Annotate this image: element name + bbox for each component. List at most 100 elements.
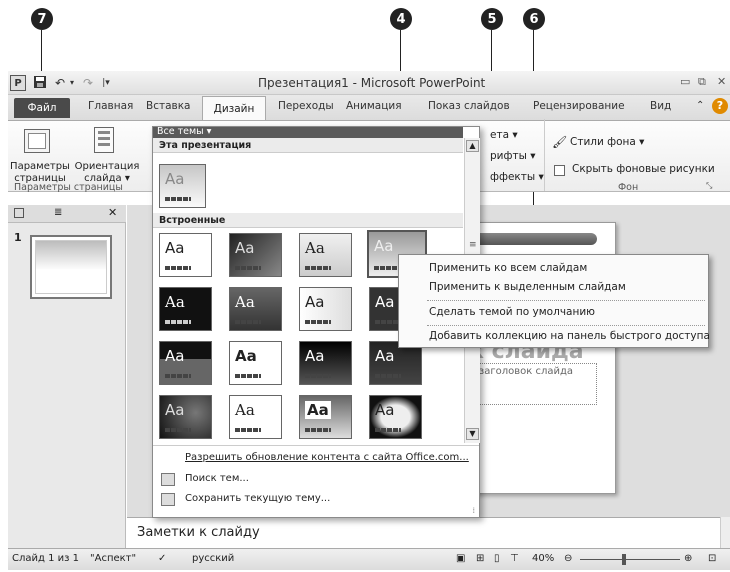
save-theme-icon [161, 493, 175, 506]
callout-5: 5 [481, 8, 503, 30]
status-language[interactable]: русский [192, 553, 234, 564]
callout-6: 6 [523, 8, 545, 30]
gallery-browse-themes[interactable]: Поиск тем... [185, 473, 249, 484]
zoom-slider[interactable] [580, 559, 680, 560]
slide-thumbnail[interactable] [30, 235, 112, 299]
theme-16[interactable]: Aa [369, 395, 422, 439]
tab-transitions[interactable]: Переходы [278, 100, 334, 112]
tab-design[interactable]: Дизайн [202, 96, 266, 120]
tab-view[interactable]: Вид [650, 100, 671, 112]
hide-background-label: Скрыть фоновые рисунки [572, 163, 715, 175]
tab-insert[interactable]: Вставка [146, 100, 191, 112]
close-pane-icon[interactable]: ✕ [108, 206, 117, 219]
window-title: Презентация1 - Microsoft PowerPoint [258, 76, 486, 90]
gallery-filter[interactable]: Все темы ▾ [153, 126, 463, 138]
set-as-default-theme[interactable]: Сделать темой по умолчанию [429, 306, 595, 318]
gallery-save-theme[interactable]: Сохранить текущую тему... [185, 493, 330, 504]
theme-15[interactable]: Aa [299, 395, 352, 439]
callout-7: 7 [31, 8, 53, 30]
theme-fonts-button[interactable]: рифты ▾ [490, 150, 535, 162]
status-theme: "Аспект" [90, 553, 137, 564]
background-styles-button[interactable]: Стили фона ▾ [570, 136, 644, 148]
gallery-filter-label: Все темы ▾ [157, 126, 212, 137]
tab-file[interactable]: Файл [14, 98, 70, 118]
outline-tab-icon[interactable]: ≣ [54, 207, 62, 218]
fit-to-window-icon[interactable]: ⊡ [708, 553, 716, 564]
scroll-up-icon[interactable]: ▲ [466, 140, 479, 152]
theme-14[interactable]: Aa [229, 395, 282, 439]
slide-number: 1 [14, 231, 22, 244]
theme-6[interactable]: Aa [229, 287, 282, 331]
scroll-down-icon[interactable]: ▼ [466, 428, 479, 440]
theme-9[interactable]: Aa [159, 341, 212, 385]
restore-icon[interactable]: ⧉ [698, 75, 706, 89]
tab-animation[interactable]: Анимация [346, 100, 402, 112]
tab-slideshow[interactable]: Показ слайдов [428, 100, 510, 112]
scroll-grip-icon[interactable]: ≡ [469, 240, 477, 250]
group-launcher-icon[interactable]: ⤡ [706, 181, 712, 191]
builtin-header: Встроенные [153, 213, 463, 228]
save-icon[interactable] [32, 75, 48, 91]
theme-7[interactable]: Aa [299, 287, 352, 331]
zoom-slider-thumb[interactable] [622, 554, 626, 565]
slides-tab-icon[interactable] [14, 208, 24, 218]
customize-qat-icon[interactable]: |▾ [98, 75, 114, 91]
theme-colors-button[interactable]: ета ▾ [490, 129, 518, 141]
resize-grip-icon[interactable]: ⁞ [472, 506, 475, 515]
spelling-icon[interactable]: ✓ [158, 553, 166, 564]
sorter-view-icon[interactable]: ⊞ [476, 553, 484, 564]
theme-effects-button[interactable]: ффекты ▾ [490, 171, 544, 183]
apply-to-all-slides[interactable]: Применить ко всем слайдам [429, 262, 587, 274]
theme-2[interactable]: Aa [229, 233, 282, 277]
theme-current[interactable]: Aa [159, 164, 206, 208]
redo-icon[interactable]: ↷ [80, 75, 96, 91]
status-slide: Слайд 1 из 1 [12, 553, 79, 564]
gallery-enable-updates[interactable]: Разрешить обновление контента с сайта Of… [185, 452, 469, 463]
powerpoint-window: 7 4 5 6 P ↶ ▾ ↷ |▾ Презентация1 - Micros… [0, 0, 730, 572]
callout-7-leader [41, 30, 42, 74]
notes-placeholder: Заметки к слайду [137, 525, 260, 540]
slide-title-bar [467, 233, 597, 245]
theme-3[interactable]: Aa [299, 233, 352, 277]
apply-to-selected-slides[interactable]: Применить к выделенным слайдам [429, 281, 626, 293]
zoom-out-icon[interactable]: ⊖ [564, 553, 572, 564]
slide-subtitle-text: дзаголовок слайда [472, 366, 574, 377]
ribbon-tabs: Файл Главная Вставка Дизайн Переходы Ани… [8, 95, 730, 120]
reading-view-icon[interactable]: ▯ [494, 553, 500, 564]
gallery-divider [153, 445, 479, 446]
hide-background-checkbox[interactable] [554, 165, 565, 176]
callout-4: 4 [390, 8, 412, 30]
this-presentation-header: Эта презентация [153, 138, 463, 153]
theme-office[interactable]: Aa [159, 233, 212, 277]
orientation-icon[interactable] [94, 127, 114, 153]
tab-review[interactable]: Рецензирование [533, 100, 625, 112]
context-menu: Применить ко всем слайдам Применить к вы… [398, 254, 710, 348]
undo-dropdown-icon[interactable]: ▾ [64, 75, 80, 91]
theme-5[interactable]: Aa [159, 287, 212, 331]
zoom-in-icon[interactable]: ⊕ [684, 553, 692, 564]
slideshow-view-icon[interactable]: ⊤ [510, 553, 519, 564]
minimize-icon[interactable]: ▭ [680, 75, 690, 88]
add-gallery-to-qat[interactable]: Добавить коллекцию на панель быстрого до… [429, 330, 710, 342]
group-page-setup-label: Параметры страницы [14, 182, 123, 193]
group-background-label: Фон [618, 182, 639, 193]
minimize-ribbon-icon[interactable]: ⌃ [696, 100, 704, 111]
help-icon[interactable]: ? [712, 98, 728, 114]
pane-tabs: ≣ ✕ [8, 205, 126, 223]
normal-view-icon[interactable]: ▣ [456, 553, 465, 564]
zoom-level[interactable]: 40% [532, 553, 554, 564]
powerpoint-logo-icon[interactable]: P [10, 75, 26, 91]
slides-pane: ≣ ✕ 1 [8, 205, 126, 548]
context-separator [427, 300, 705, 301]
close-icon[interactable]: ✕ [717, 75, 726, 88]
theme-13[interactable]: Aa [159, 395, 212, 439]
notes-pane[interactable]: Заметки к слайду [127, 517, 720, 548]
notes-scrollbar[interactable] [720, 517, 730, 548]
theme-11[interactable]: Aa [299, 341, 352, 385]
status-bar: Слайд 1 из 1 "Аспект" ✓ русский ▣ ⊞ ▯ ⊤ … [8, 548, 730, 570]
background-styles-icon[interactable]: 🖌 [552, 135, 567, 149]
tab-home[interactable]: Главная [88, 100, 133, 112]
page-setup-icon[interactable] [24, 129, 50, 153]
theme-10[interactable]: Aa [229, 341, 282, 385]
slide-subtitle-placeholder[interactable]: дзаголовок слайда [469, 363, 597, 405]
